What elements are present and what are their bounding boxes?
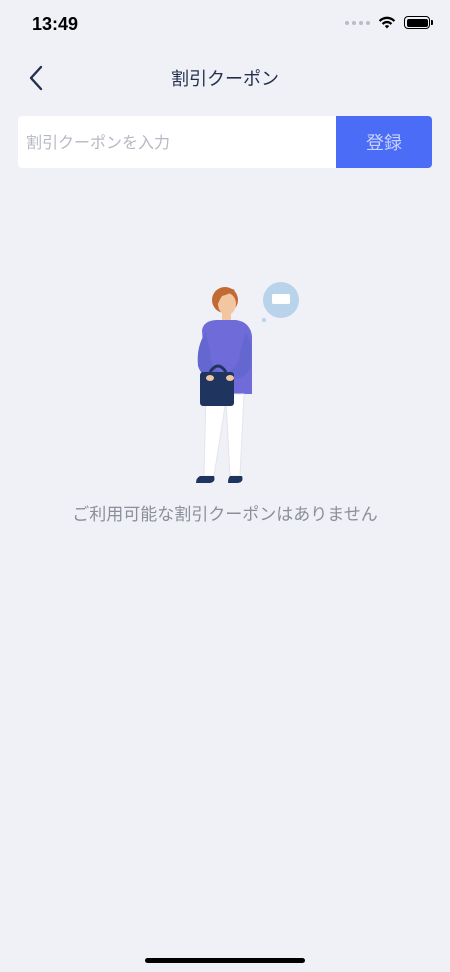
status-time: 13:49 — [32, 14, 79, 34]
battery-icon — [404, 16, 433, 29]
coupon-form: 登録 — [18, 116, 432, 168]
status-bar: 13:49 — [0, 0, 450, 50]
register-button[interactable]: 登録 — [336, 116, 432, 168]
signal-dots-icon — [345, 20, 370, 25]
coupon-code-input[interactable] — [18, 116, 336, 168]
status-icons — [345, 16, 433, 29]
empty-state-message: ご利用可能な割引クーポンはありません — [72, 505, 378, 525]
empty-state-illustration — [196, 282, 299, 483]
wifi-icon — [378, 16, 396, 29]
nav-bar: 割引クーポン — [0, 56, 450, 100]
home-indicator[interactable] — [145, 958, 305, 963]
page-title: 割引クーポン — [171, 69, 279, 90]
